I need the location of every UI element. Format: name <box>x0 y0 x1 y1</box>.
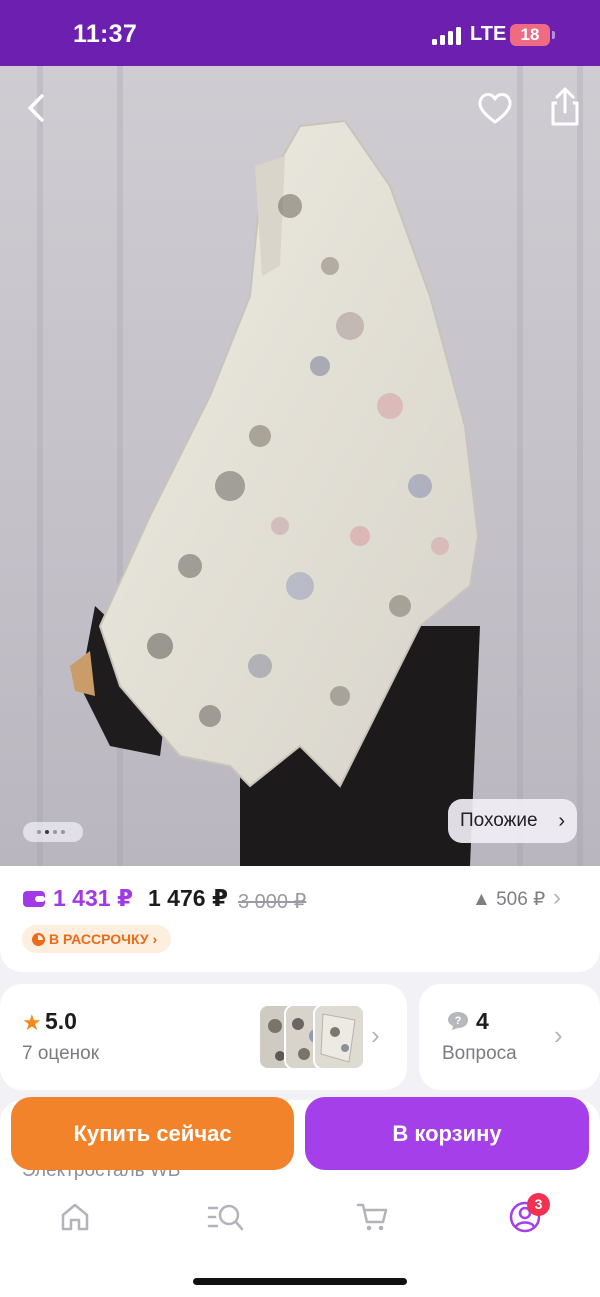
wallet-price: 1 431 ₽ <box>53 885 133 911</box>
chevron-right-icon[interactable]: › <box>371 1020 380 1051</box>
installment-icon <box>32 933 45 946</box>
wallet-icon <box>23 891 45 907</box>
profile-badge: 3 <box>527 1193 550 1216</box>
battery-icon: 18 <box>510 24 550 46</box>
cart-icon[interactable] <box>356 1200 390 1234</box>
status-time: 11:37 <box>73 20 138 48</box>
similar-label: Похожие <box>460 810 538 831</box>
question-bubble-icon: ? <box>448 1012 468 1030</box>
network-type: LTE <box>470 23 507 45</box>
product-photo[interactable]: Похожие › <box>0 66 600 866</box>
chevron-right-icon: › <box>558 810 565 832</box>
rating-value: 5.0 <box>45 1008 77 1034</box>
price-difference[interactable]: ▲ 506 ₽ <box>472 888 545 911</box>
questions-count: 4 <box>476 1008 489 1034</box>
questions-card[interactable] <box>419 984 600 1090</box>
signal-icon <box>432 27 462 45</box>
installment-label: В РАССРОЧКУ <box>49 931 149 947</box>
similar-button[interactable]: Похожие › <box>448 799 577 843</box>
price-card <box>0 866 600 972</box>
installment-badge[interactable]: В РАССРОЧКУ › <box>22 925 172 953</box>
star-icon: ★ <box>22 1010 42 1035</box>
gallery-pager <box>23 822 83 842</box>
product-image <box>37 66 583 866</box>
share-icon[interactable] <box>541 84 589 132</box>
review-photos[interactable] <box>258 1004 365 1070</box>
battery-cap <box>552 31 555 39</box>
questions-label: Вопроса <box>442 1043 517 1064</box>
back-icon[interactable] <box>14 86 62 134</box>
buy-now-button[interactable]: Купить сейчас <box>11 1097 294 1170</box>
chevron-right-icon[interactable]: › <box>553 884 561 912</box>
home-indicator[interactable] <box>193 1278 407 1285</box>
rating-count: 7 оценок <box>22 1043 100 1064</box>
review-photo-thumbnail <box>313 1004 365 1070</box>
price-difference-value: 506 ₽ <box>496 889 546 910</box>
chevron-right-icon: › <box>152 931 158 947</box>
triangle-up-icon: ▲ <box>472 889 491 910</box>
price: 1 476 ₽ <box>148 885 228 911</box>
catalog-search-icon[interactable] <box>206 1200 244 1234</box>
home-icon[interactable] <box>58 1200 92 1234</box>
add-to-cart-button[interactable]: В корзину <box>305 1097 589 1170</box>
chevron-right-icon[interactable]: › <box>554 1020 563 1051</box>
heart-icon[interactable] <box>471 84 519 132</box>
status-bar: 11:37 LTE 18 <box>0 0 600 66</box>
old-price: 3 000 ₽ <box>238 891 307 913</box>
svg-text:?: ? <box>455 1015 462 1027</box>
